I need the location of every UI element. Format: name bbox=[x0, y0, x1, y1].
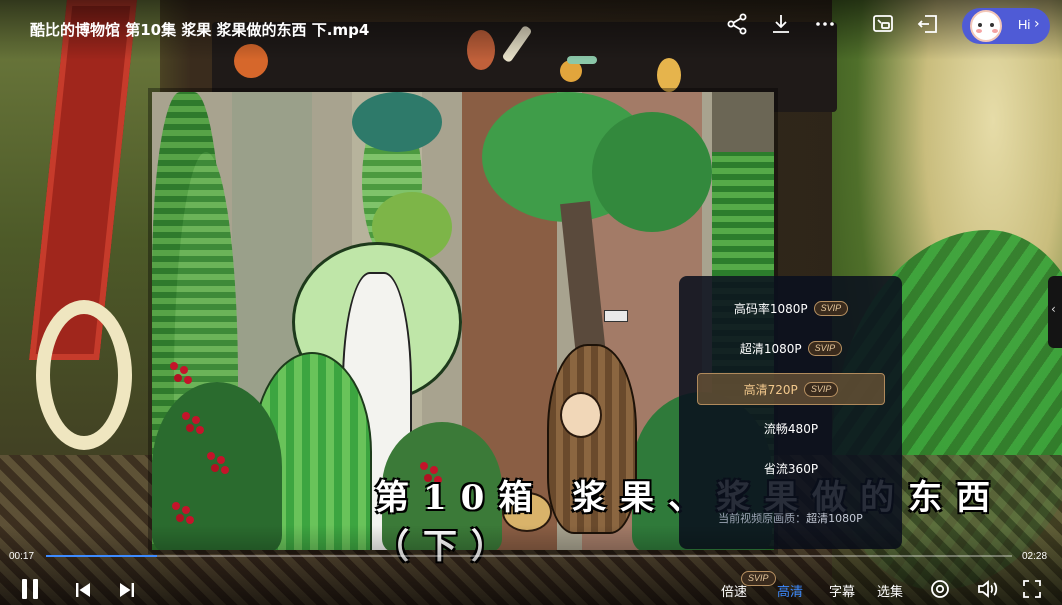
quality-option-high-bitrate-1080p[interactable]: 高码率1080P SVIP bbox=[697, 292, 885, 324]
current-original-quality: 当前视频原画质：超清1080P bbox=[679, 510, 902, 526]
quality-option-label: 流畅480P bbox=[763, 421, 819, 436]
fullscreen-icon[interactable] bbox=[1023, 580, 1041, 598]
svip-badge: SVIP bbox=[807, 340, 843, 356]
quality-option-label: 超清1080P bbox=[739, 341, 802, 356]
current-quality-label: 当前视频原画质： bbox=[718, 512, 807, 525]
quality-option-720p[interactable]: 高清720P SVIP bbox=[697, 373, 885, 405]
quality-option-1080p[interactable]: 超清1080P SVIP bbox=[697, 332, 885, 364]
quality-button[interactable]: 高清 bbox=[777, 581, 803, 600]
svip-badge: SVIP bbox=[813, 300, 849, 316]
exit-window-icon[interactable] bbox=[916, 12, 940, 36]
top-bar: 酷比的博物馆 第10集 浆果 浆果做的东西 下.mp4 Hi › bbox=[0, 0, 1062, 60]
episodes-button[interactable]: 选集 bbox=[877, 581, 903, 600]
assistant-label: Hi bbox=[1018, 17, 1031, 32]
video-frame[interactable]: 第10箱 浆果、浆果做的东西（下） bbox=[0, 0, 1062, 605]
quality-option-480p[interactable]: 流畅480P bbox=[697, 412, 885, 444]
current-quality-value: 超清1080P bbox=[806, 512, 863, 525]
chevron-left-icon: ‹ bbox=[1051, 302, 1056, 316]
download-icon[interactable] bbox=[769, 12, 793, 36]
volume-icon[interactable] bbox=[977, 579, 999, 599]
progress-fill bbox=[46, 555, 158, 557]
quality-option-label: 高清720P bbox=[743, 382, 798, 397]
svip-badge: SVIP bbox=[803, 381, 839, 397]
assistant-avatar-icon bbox=[970, 10, 1002, 42]
quality-option-label: 省流360P bbox=[763, 461, 819, 476]
picture-mode-icon[interactable] bbox=[930, 579, 950, 599]
share-icon[interactable] bbox=[725, 12, 749, 36]
quality-menu: 高码率1080P SVIP 超清1080P SVIP 高清720P SVIP 流… bbox=[679, 276, 902, 549]
progress-bar[interactable] bbox=[46, 555, 1012, 557]
quality-option-360p[interactable]: 省流360P bbox=[697, 452, 885, 484]
speed-button[interactable]: 倍速 bbox=[721, 581, 747, 600]
more-icon[interactable] bbox=[813, 12, 837, 36]
quality-option-label: 高码率1080P bbox=[733, 301, 808, 316]
assistant-button[interactable]: Hi › bbox=[962, 8, 1050, 44]
subtitles-button[interactable]: 字幕 bbox=[829, 581, 855, 600]
current-time: 00:17 bbox=[9, 551, 35, 562]
side-panel-toggle[interactable]: ‹ bbox=[1048, 276, 1062, 348]
previous-icon[interactable] bbox=[75, 582, 91, 598]
next-icon[interactable] bbox=[119, 582, 135, 598]
chevron-right-icon: › bbox=[1034, 16, 1040, 32]
pause-icon[interactable] bbox=[20, 578, 40, 600]
picture-in-picture-icon[interactable] bbox=[871, 12, 895, 36]
background-wooden-ring bbox=[36, 300, 132, 450]
video-title: 酷比的博物馆 第10集 浆果 浆果做的东西 下.mp4 bbox=[30, 21, 370, 39]
total-time: 02:28 bbox=[1022, 551, 1048, 562]
